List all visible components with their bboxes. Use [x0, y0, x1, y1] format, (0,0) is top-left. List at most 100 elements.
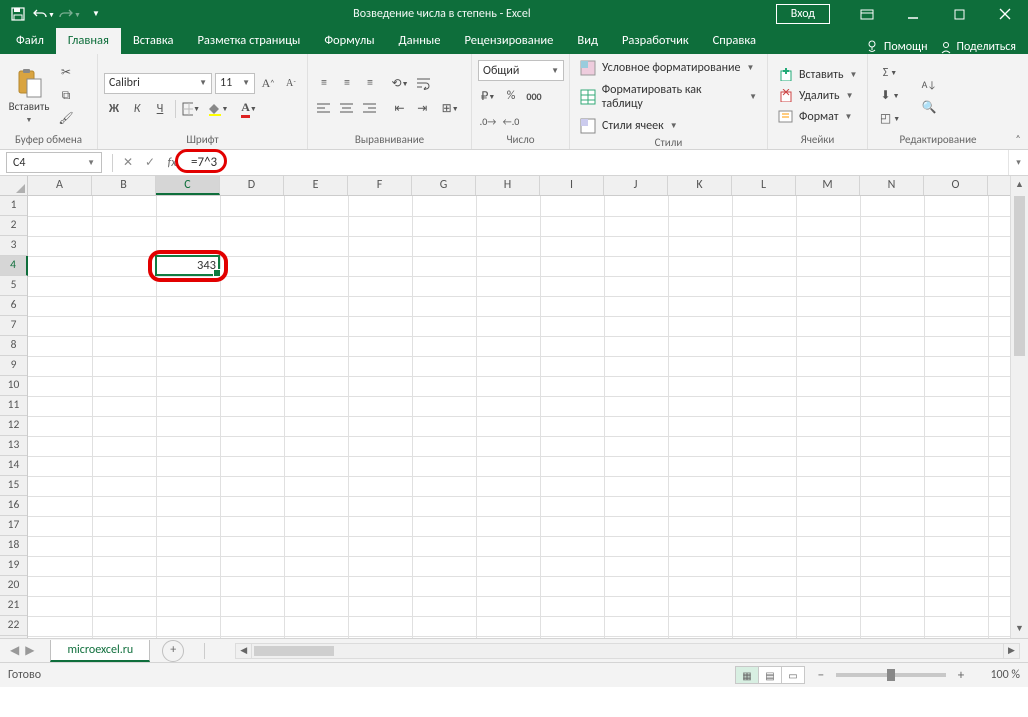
tab-help[interactable]: Справка: [701, 28, 768, 54]
row-header[interactable]: 1: [0, 196, 27, 216]
insert-cells-button[interactable]: Вставить▼: [774, 66, 861, 84]
align-middle-icon[interactable]: ≡: [337, 73, 357, 93]
tell-me-button[interactable]: Помощн: [866, 40, 928, 54]
column-header[interactable]: L: [732, 176, 796, 195]
row-header[interactable]: 14: [0, 456, 27, 476]
copy-icon[interactable]: ⧉: [56, 86, 76, 106]
row-header[interactable]: 12: [0, 416, 27, 436]
borders-icon[interactable]: ▼: [181, 99, 201, 119]
row-header[interactable]: 7: [0, 316, 27, 336]
tab-review[interactable]: Рецензирование: [452, 28, 565, 54]
expand-formula-bar-icon[interactable]: ▾: [1008, 150, 1028, 175]
sheet-tab[interactable]: microexcel.ru: [50, 640, 150, 662]
scroll-thumb[interactable]: [254, 646, 334, 656]
insert-function-icon[interactable]: fx: [161, 152, 183, 174]
collapse-ribbon-icon[interactable]: ˄: [1008, 54, 1028, 149]
column-header[interactable]: A: [28, 176, 92, 195]
align-bottom-icon[interactable]: ≡: [360, 73, 380, 93]
font-color-icon[interactable]: A▼: [235, 99, 263, 119]
ribbon-display-icon[interactable]: [844, 0, 890, 28]
row-header[interactable]: 3: [0, 236, 27, 256]
tab-formulas[interactable]: Формулы: [312, 28, 386, 54]
orientation-icon[interactable]: ⟲▼: [390, 73, 410, 93]
sort-filter-icon[interactable]: A↓: [916, 74, 942, 94]
column-header[interactable]: E: [284, 176, 348, 195]
align-top-icon[interactable]: ≡: [314, 73, 334, 93]
tab-insert[interactable]: Вставка: [121, 28, 186, 54]
tab-developer[interactable]: Разработчик: [610, 28, 701, 54]
column-header[interactable]: H: [476, 176, 540, 195]
row-header[interactable]: 8: [0, 336, 27, 356]
maximize-icon[interactable]: [936, 0, 982, 28]
row-header[interactable]: 20: [0, 576, 27, 596]
column-header[interactable]: M: [796, 176, 860, 195]
normal-view-button[interactable]: ▦: [735, 666, 759, 684]
tab-file[interactable]: Файл: [4, 28, 56, 54]
row-header[interactable]: 9: [0, 356, 27, 376]
formula-bar-input[interactable]: =7^3: [183, 153, 1008, 172]
row-header[interactable]: 6: [0, 296, 27, 316]
cut-icon[interactable]: ✂: [56, 63, 76, 83]
align-right-icon[interactable]: [360, 98, 380, 118]
row-header[interactable]: 15: [0, 476, 27, 496]
autosum-icon[interactable]: Σ▼: [874, 63, 906, 83]
scroll-down-icon[interactable]: ▼: [1011, 620, 1028, 638]
tab-layout[interactable]: Разметка страницы: [185, 28, 312, 54]
increase-indent-icon[interactable]: ⇥: [412, 98, 432, 118]
column-header[interactable]: I: [540, 176, 604, 195]
paste-button[interactable]: Вставить ▼: [6, 58, 52, 133]
tab-view[interactable]: Вид: [565, 28, 610, 54]
row-header[interactable]: 16: [0, 496, 27, 516]
row-header[interactable]: 18: [0, 536, 27, 556]
row-header[interactable]: 11: [0, 396, 27, 416]
name-box[interactable]: C4▼: [6, 152, 102, 173]
zoom-in-button[interactable]: +: [954, 668, 968, 683]
clear-icon[interactable]: ◰▼: [874, 109, 906, 129]
font-name-combo[interactable]: Calibri▼: [104, 73, 212, 94]
column-header[interactable]: B: [92, 176, 156, 195]
conditional-formatting-button[interactable]: Условное форматирование▼: [576, 58, 761, 78]
share-button[interactable]: Поделиться: [940, 40, 1016, 54]
accounting-format-icon[interactable]: ₽▼: [478, 86, 498, 106]
find-select-icon[interactable]: 🔍: [916, 97, 942, 117]
new-sheet-button[interactable]: +: [162, 640, 184, 662]
font-size-combo[interactable]: 11▼: [215, 73, 255, 94]
delete-cells-button[interactable]: Удалить▼: [774, 87, 861, 105]
fill-icon[interactable]: ⬇▼: [874, 86, 906, 106]
comma-format-icon[interactable]: 000: [524, 86, 544, 106]
bold-button[interactable]: Ж: [104, 99, 124, 119]
tab-home[interactable]: Главная: [56, 28, 121, 54]
grow-font-icon[interactable]: A^: [258, 73, 278, 93]
minimize-icon[interactable]: [890, 0, 936, 28]
decrease-indent-icon[interactable]: ⇤: [390, 98, 410, 118]
page-break-view-button[interactable]: ▭: [781, 666, 805, 684]
redo-icon[interactable]: ▼: [58, 3, 82, 25]
page-layout-view-button[interactable]: ▤: [758, 666, 782, 684]
merge-center-icon[interactable]: ⊞▼: [435, 98, 465, 118]
column-header[interactable]: J: [604, 176, 668, 195]
column-header[interactable]: K: [668, 176, 732, 195]
undo-icon[interactable]: ▼: [32, 3, 56, 25]
horizontal-scrollbar[interactable]: ◀ ▶: [235, 643, 1020, 659]
format-painter-icon[interactable]: 🖌: [56, 109, 76, 129]
scroll-right-icon[interactable]: ▶: [1003, 644, 1019, 658]
signin-button[interactable]: Вход: [776, 4, 830, 24]
italic-button[interactable]: К: [127, 99, 147, 119]
close-icon[interactable]: [982, 0, 1028, 28]
scroll-up-icon[interactable]: ▲: [1011, 176, 1028, 194]
row-header[interactable]: 4: [0, 256, 28, 276]
enter-formula-icon[interactable]: ✓: [139, 152, 161, 174]
format-cells-button[interactable]: Формат▼: [774, 108, 861, 126]
row-header[interactable]: 10: [0, 376, 27, 396]
row-header[interactable]: 22: [0, 616, 27, 636]
underline-button[interactable]: Ч: [150, 99, 170, 119]
column-header[interactable]: C: [156, 176, 220, 195]
sheet-nav-prev-icon[interactable]: ◀: [10, 643, 19, 658]
zoom-slider[interactable]: [836, 673, 946, 677]
increase-decimal-icon[interactable]: .0→: [478, 111, 498, 131]
zoom-out-button[interactable]: −: [814, 668, 828, 683]
column-header[interactable]: G: [412, 176, 476, 195]
scroll-thumb[interactable]: [1014, 196, 1025, 356]
scroll-left-icon[interactable]: ◀: [236, 644, 252, 658]
row-header[interactable]: 19: [0, 556, 27, 576]
